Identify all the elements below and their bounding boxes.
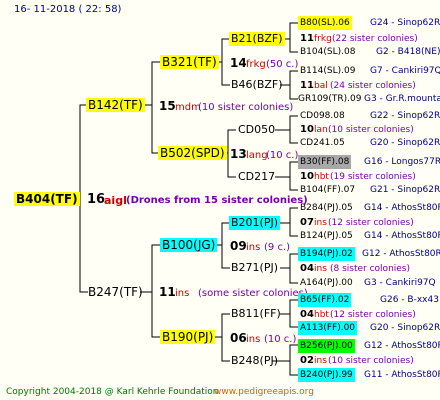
g4-7-gen: 02: [300, 355, 314, 366]
g4-5-gen: 04: [300, 263, 314, 274]
g2d-gen: 06: [230, 331, 247, 345]
sire-note: (10 sister colonies): [198, 102, 294, 113]
g4-6-origin2: G20 - Sinop62R: [370, 323, 440, 333]
g4-0-origin: G24 - Sinop62R: [370, 18, 440, 28]
sire-bee-id[interactable]: B142(TF): [86, 98, 145, 112]
g3b2-bee-id[interactable]: CD217: [236, 170, 277, 184]
g4-4-origin: G14 - AthosSt80R: [364, 203, 440, 213]
g3a2-bee-id[interactable]: B46(BZF): [229, 78, 285, 92]
g4-2-origin2: G20 - Sinop62R: [370, 138, 440, 148]
g4-0-id2[interactable]: B104(SL).08: [298, 45, 357, 59]
g2a-code: frkg: [246, 59, 266, 70]
g4-7-note: (10 sister colonies): [328, 356, 414, 366]
g4-5-id[interactable]: B194(PJ).02: [298, 247, 355, 261]
g4-1-id[interactable]: B114(SL).09: [298, 64, 357, 78]
g4-5-code: ins: [314, 264, 327, 274]
g4-1-origin: G7 - Cankiri97Q: [370, 66, 440, 76]
g4-7-code: ins: [314, 356, 327, 366]
footer-copyright: Copyright 2004-2018 @ Karl Kehrle Founda…: [6, 387, 219, 397]
g3b1-bee-id[interactable]: CD050: [236, 123, 277, 137]
sire-gen: 15: [159, 99, 176, 113]
g4-6-id2[interactable]: A113(FF).00: [298, 321, 358, 335]
g3c2-bee-id[interactable]: B271(PJ): [229, 261, 280, 275]
root-gen: 16: [87, 192, 106, 207]
g2d-code: ins: [246, 334, 261, 345]
dam-gen: 11: [159, 285, 176, 299]
g4-4-id2[interactable]: B124(PJ).05: [298, 229, 355, 243]
g2d-note: (10 c.): [264, 334, 297, 345]
g2a-note: (50 c.): [266, 59, 299, 70]
g4-5-note: (8 sister colonies): [330, 264, 411, 274]
g2c-bee-id[interactable]: B100(JG): [160, 238, 218, 252]
g4-2-origin: G22 - Sinop62R: [370, 111, 440, 121]
sire-code: mdm: [175, 102, 201, 113]
g2c-note: (9 c.): [264, 242, 291, 253]
root-code: aigl: [104, 194, 127, 207]
g2d-bee-id[interactable]: B190(PJ): [160, 330, 216, 344]
g4-4-id[interactable]: B284(PJ).05: [298, 201, 355, 215]
g4-3-id2[interactable]: B104(FF).07: [298, 183, 357, 197]
g4-4-gen: 07: [300, 217, 314, 228]
g4-3-origin: G16 - Longos77R: [364, 157, 440, 167]
g4-0-id[interactable]: B80(SL).06: [298, 16, 352, 30]
g3c1-bee-id[interactable]: B201(PJ): [229, 216, 281, 230]
g3d2-bee-id[interactable]: B248(PJ): [229, 354, 280, 368]
g4-6-origin: G26 - B-xx43: [380, 295, 439, 305]
g4-6-gen: 04: [300, 309, 314, 320]
g4-4-origin2: G14 - AthosSt80R: [364, 231, 440, 241]
g4-3-id[interactable]: B30(FF).08: [298, 155, 352, 169]
g4-2-id2[interactable]: CD241.05: [298, 136, 347, 150]
g4-1-gen: 11: [300, 80, 314, 91]
g4-2-gen: 10: [300, 124, 314, 135]
g2b-note: (10 c.): [266, 150, 299, 161]
g2c-gen: 09: [230, 239, 247, 253]
g2b-code: lang: [246, 150, 268, 161]
g4-7-id[interactable]: B256(PJ).00: [298, 339, 355, 353]
g4-0-gen: 11: [300, 33, 314, 44]
footer-site-link[interactable]: www.pedigreeapis.org: [214, 386, 314, 399]
g4-7-origin: G12 - AthosSt80R: [364, 341, 440, 351]
g4-3-gen: 10: [300, 171, 314, 182]
date-header: 16- 11-2018 ( 22: 58): [14, 4, 122, 15]
g4-5-id2[interactable]: A164(PJ).00: [298, 276, 355, 290]
g2c-code: ins: [246, 242, 261, 253]
g4-5-origin: G12 - AthosSt80R: [362, 249, 440, 259]
g4-3-origin2: G21 - Sinop62R: [370, 185, 440, 195]
root-note: (Drones from 15 sister colonies): [126, 195, 308, 206]
g3a1-bee-id[interactable]: B21(BZF): [229, 32, 285, 46]
g4-1-origin2: G3 - Gr.R.mounta: [364, 94, 440, 104]
g2a-gen: 14: [230, 56, 247, 70]
g4-1-id2[interactable]: GR109(TR).09: [296, 92, 364, 106]
dam-code: ins: [175, 288, 190, 299]
g2b-bee-id[interactable]: B502(SPD): [158, 146, 227, 160]
g2a-bee-id[interactable]: B321(TF): [160, 55, 219, 69]
dam-bee-id[interactable]: B247(TF): [86, 285, 145, 299]
g4-0-origin2: G2 - B418(NE): [376, 47, 440, 57]
root-bee-id[interactable]: B404(TF): [14, 192, 80, 206]
g4-2-id[interactable]: CD098.08: [298, 109, 347, 123]
g3d1-bee-id[interactable]: B811(FF): [229, 307, 283, 321]
g4-5-origin2: G3 - Cankiri97Q: [364, 278, 436, 288]
g4-7-origin2: G11 - AthosSt80R: [364, 370, 440, 380]
g2b-gen: 13: [230, 147, 247, 161]
g4-6-id[interactable]: B65(FF).02: [298, 293, 352, 307]
g4-7-id2[interactable]: B240(PJ).99: [298, 368, 355, 382]
dam-note: (some sister colonies): [198, 288, 308, 299]
